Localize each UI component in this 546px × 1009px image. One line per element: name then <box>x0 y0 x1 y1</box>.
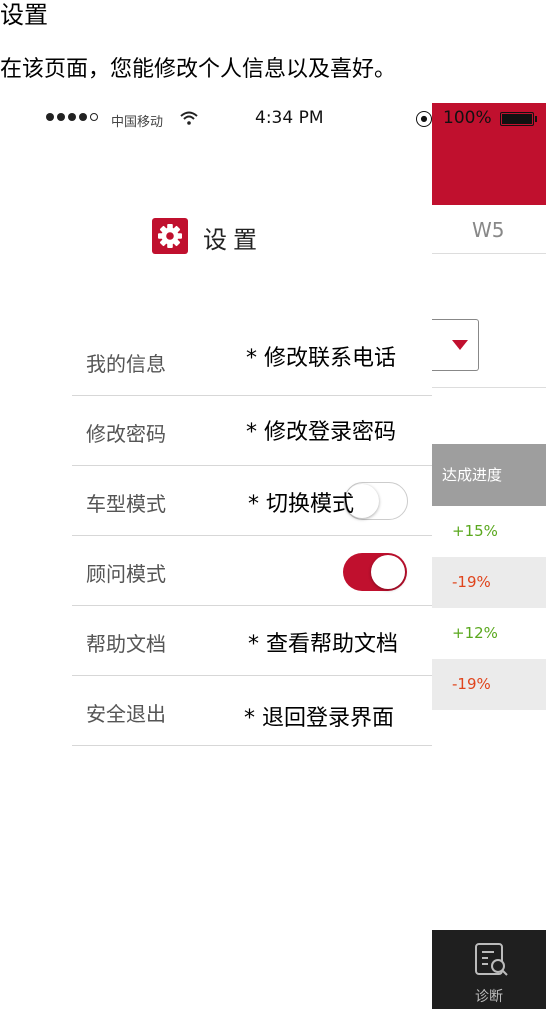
doc-title: 设置 <box>0 1 48 29</box>
carrier-name: 中国移动 <box>111 115 164 130</box>
wifi-icon <box>180 111 198 125</box>
progress-header: 达成进度 <box>432 444 546 506</box>
settings-title: 设置 <box>203 226 263 254</box>
progress-value: -19% <box>432 557 546 608</box>
divider <box>432 253 546 254</box>
progress-value: +15% <box>452 522 498 540</box>
progress-value: +12% <box>452 624 498 642</box>
annotation-note: * 查看帮助文档 <box>248 632 398 657</box>
signal-icon <box>46 113 98 121</box>
annotation-note: * 修改联系电话 <box>246 346 396 371</box>
menu-item-label: 修改密码 <box>86 422 166 446</box>
annotation-note: * 修改登录密码 <box>246 420 396 445</box>
progress-value: -19% <box>432 659 546 710</box>
menu-item-label: 我的信息 <box>86 352 166 376</box>
annotation-note: * 切换模式 <box>248 492 354 517</box>
menu-item-label: 车型模式 <box>86 492 166 516</box>
annotation-note: * 退回登录界面 <box>244 706 394 731</box>
menu-item-label: 安全退出 <box>86 702 166 726</box>
filter-dropdown[interactable] <box>432 319 479 371</box>
divider <box>432 387 546 388</box>
menu-item-label: 帮助文档 <box>86 632 166 656</box>
advisor-mode-toggle[interactable] <box>343 553 407 591</box>
battery-icon <box>500 112 537 126</box>
diagnosis-icon <box>475 943 508 976</box>
doc-description: 在该页面，您能修改个人信息以及喜好。 <box>0 57 397 82</box>
dropdown-arrow-icon <box>452 340 468 350</box>
menu-item-label: 顾问模式 <box>86 562 166 586</box>
battery-percent: 100% <box>443 108 492 128</box>
tab-diagnosis[interactable]: 诊断 <box>432 930 546 1009</box>
background-screen: W5 达成进度 +15% -19% +12% -19% <box>432 103 546 1009</box>
tab-diagnosis-label: 诊断 <box>475 989 503 1005</box>
week-label: W5 <box>472 218 505 242</box>
settings-panel: 设置 我的信息 修改密码 车型模式 顾问模式 帮助文档 安全退出 <box>0 132 432 1009</box>
status-time: 4:34 PM <box>255 108 324 128</box>
rotation-lock-icon: ● <box>416 111 432 127</box>
settings-gear-icon <box>152 218 188 254</box>
status-bar: 中国移动 4:34 PM ● 100% <box>0 108 546 132</box>
